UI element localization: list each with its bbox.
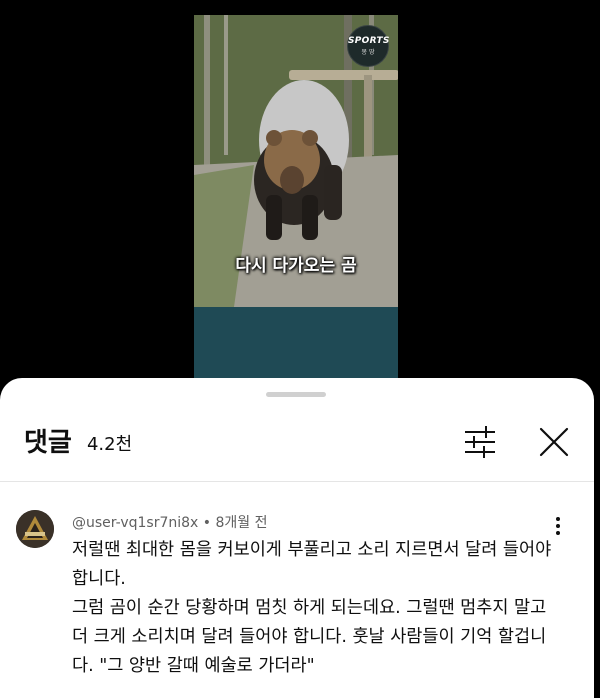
comment-time: 8개월 전 — [215, 515, 268, 531]
drag-handle[interactable] — [266, 392, 326, 397]
comments-count: 4.2천 — [86, 433, 133, 455]
sliders-icon — [465, 426, 495, 458]
sort-filter-button[interactable] — [460, 422, 500, 462]
meta-separator: • — [202, 515, 212, 531]
close-button[interactable] — [534, 422, 574, 462]
video-caption: 다시 다가오는 곰 — [235, 256, 357, 276]
comment-more-button[interactable] — [548, 514, 568, 538]
video-frame[interactable]: SPORTS 몽 땅 다시 다가오는 곰 — [194, 15, 398, 307]
comment-meta: @user-vq1sr7ni8x • 8개월 전 — [72, 512, 267, 532]
avatar[interactable] — [16, 510, 54, 548]
comments-header: 댓글 4.2천 — [24, 422, 594, 462]
more-vertical-icon — [556, 517, 560, 535]
header-divider — [0, 481, 594, 482]
comments-sheet: 댓글 4.2천 @user-vq1sr7ni8x • 8개월 전 저럴땐 최대한… — [0, 378, 594, 698]
comments-title: 댓글 — [24, 428, 72, 458]
comment-author[interactable]: @user-vq1sr7ni8x — [72, 515, 198, 531]
comment-text: 저럴땐 최대한 몸을 커보이게 부풀리고 소리 지르면서 달려 들어야 합니다.… — [72, 540, 552, 676]
video-player[interactable]: SPORTS 몽 땅 다시 다가오는 곰 — [0, 0, 600, 395]
sports-channel-logo: SPORTS 몽 땅 — [347, 25, 389, 67]
close-icon — [539, 427, 569, 457]
avatar-icon — [16, 510, 54, 548]
